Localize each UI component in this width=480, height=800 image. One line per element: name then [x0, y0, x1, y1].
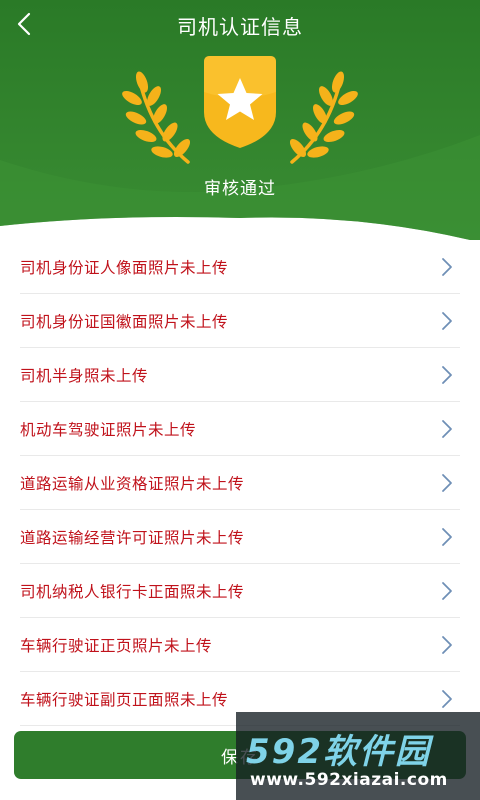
- list-item-label: 司机纳税人银行卡正面照未上传: [20, 582, 245, 601]
- watermark-brand: 592软件园: [246, 732, 431, 772]
- list-item-label: 道路运输从业资格证照片未上传: [20, 474, 245, 493]
- left-laurel-icon: [122, 71, 191, 164]
- header: 司机认证信息 审核通过: [0, 0, 480, 240]
- list-item-qualification-certificate[interactable]: 道路运输从业资格证照片未上传: [20, 456, 460, 510]
- list-item-id-card-back[interactable]: 司机身份证国徽面照片未上传: [20, 294, 460, 348]
- list-item-label: 车辆行驶证正页照片未上传: [20, 636, 213, 655]
- list-item-operating-permit[interactable]: 道路运输经营许可证照片未上传: [20, 510, 460, 564]
- chevron-right-icon: [442, 690, 452, 708]
- chevron-right-icon: [442, 420, 452, 438]
- list-item-label: 道路运输经营许可证照片未上传: [20, 528, 245, 547]
- chevron-right-icon: [442, 474, 452, 492]
- chevron-right-icon: [442, 366, 452, 384]
- chevron-right-icon: [442, 528, 452, 546]
- list-item-label: 司机身份证人像面照片未上传: [20, 258, 229, 277]
- verified-badge-icon: [122, 56, 358, 164]
- chevron-right-icon: [442, 258, 452, 276]
- list-item-bank-card[interactable]: 司机纳税人银行卡正面照未上传: [20, 564, 460, 618]
- list-item-id-card-front[interactable]: 司机身份证人像面照片未上传: [20, 240, 460, 294]
- list-item-half-body-photo[interactable]: 司机半身照未上传: [20, 348, 460, 402]
- list-item-label: 车辆行驶证副页正面照未上传: [20, 690, 229, 709]
- list-item-label: 机动车驾驶证照片未上传: [20, 420, 197, 439]
- list-item-label: 司机身份证国徽面照片未上传: [20, 312, 229, 331]
- watermark: 592软件园 www.592xiazai.com: [236, 712, 480, 800]
- chevron-right-icon: [442, 312, 452, 330]
- list-item-label: 司机半身照未上传: [20, 366, 149, 385]
- shield-icon: [204, 56, 276, 148]
- watermark-url: www.592xiazai.com: [250, 770, 448, 790]
- page-title: 司机认证信息: [177, 15, 303, 39]
- status-text: 审核通过: [204, 179, 276, 199]
- list-item-driver-license[interactable]: 机动车驾驶证照片未上传: [20, 402, 460, 456]
- right-laurel-icon: [289, 71, 358, 164]
- list-item-vehicle-license-main[interactable]: 车辆行驶证正页照片未上传: [20, 618, 460, 672]
- top-bar: 司机认证信息: [0, 0, 480, 48]
- chevron-right-icon: [442, 636, 452, 654]
- screen: 司机认证信息 审核通过 司机身份证人像面照片未上传 司机身份证国徽面照片未上传 …: [0, 0, 480, 800]
- chevron-right-icon: [442, 582, 452, 600]
- document-list: 司机身份证人像面照片未上传 司机身份证国徽面照片未上传 司机半身照未上传 机动车…: [0, 240, 480, 726]
